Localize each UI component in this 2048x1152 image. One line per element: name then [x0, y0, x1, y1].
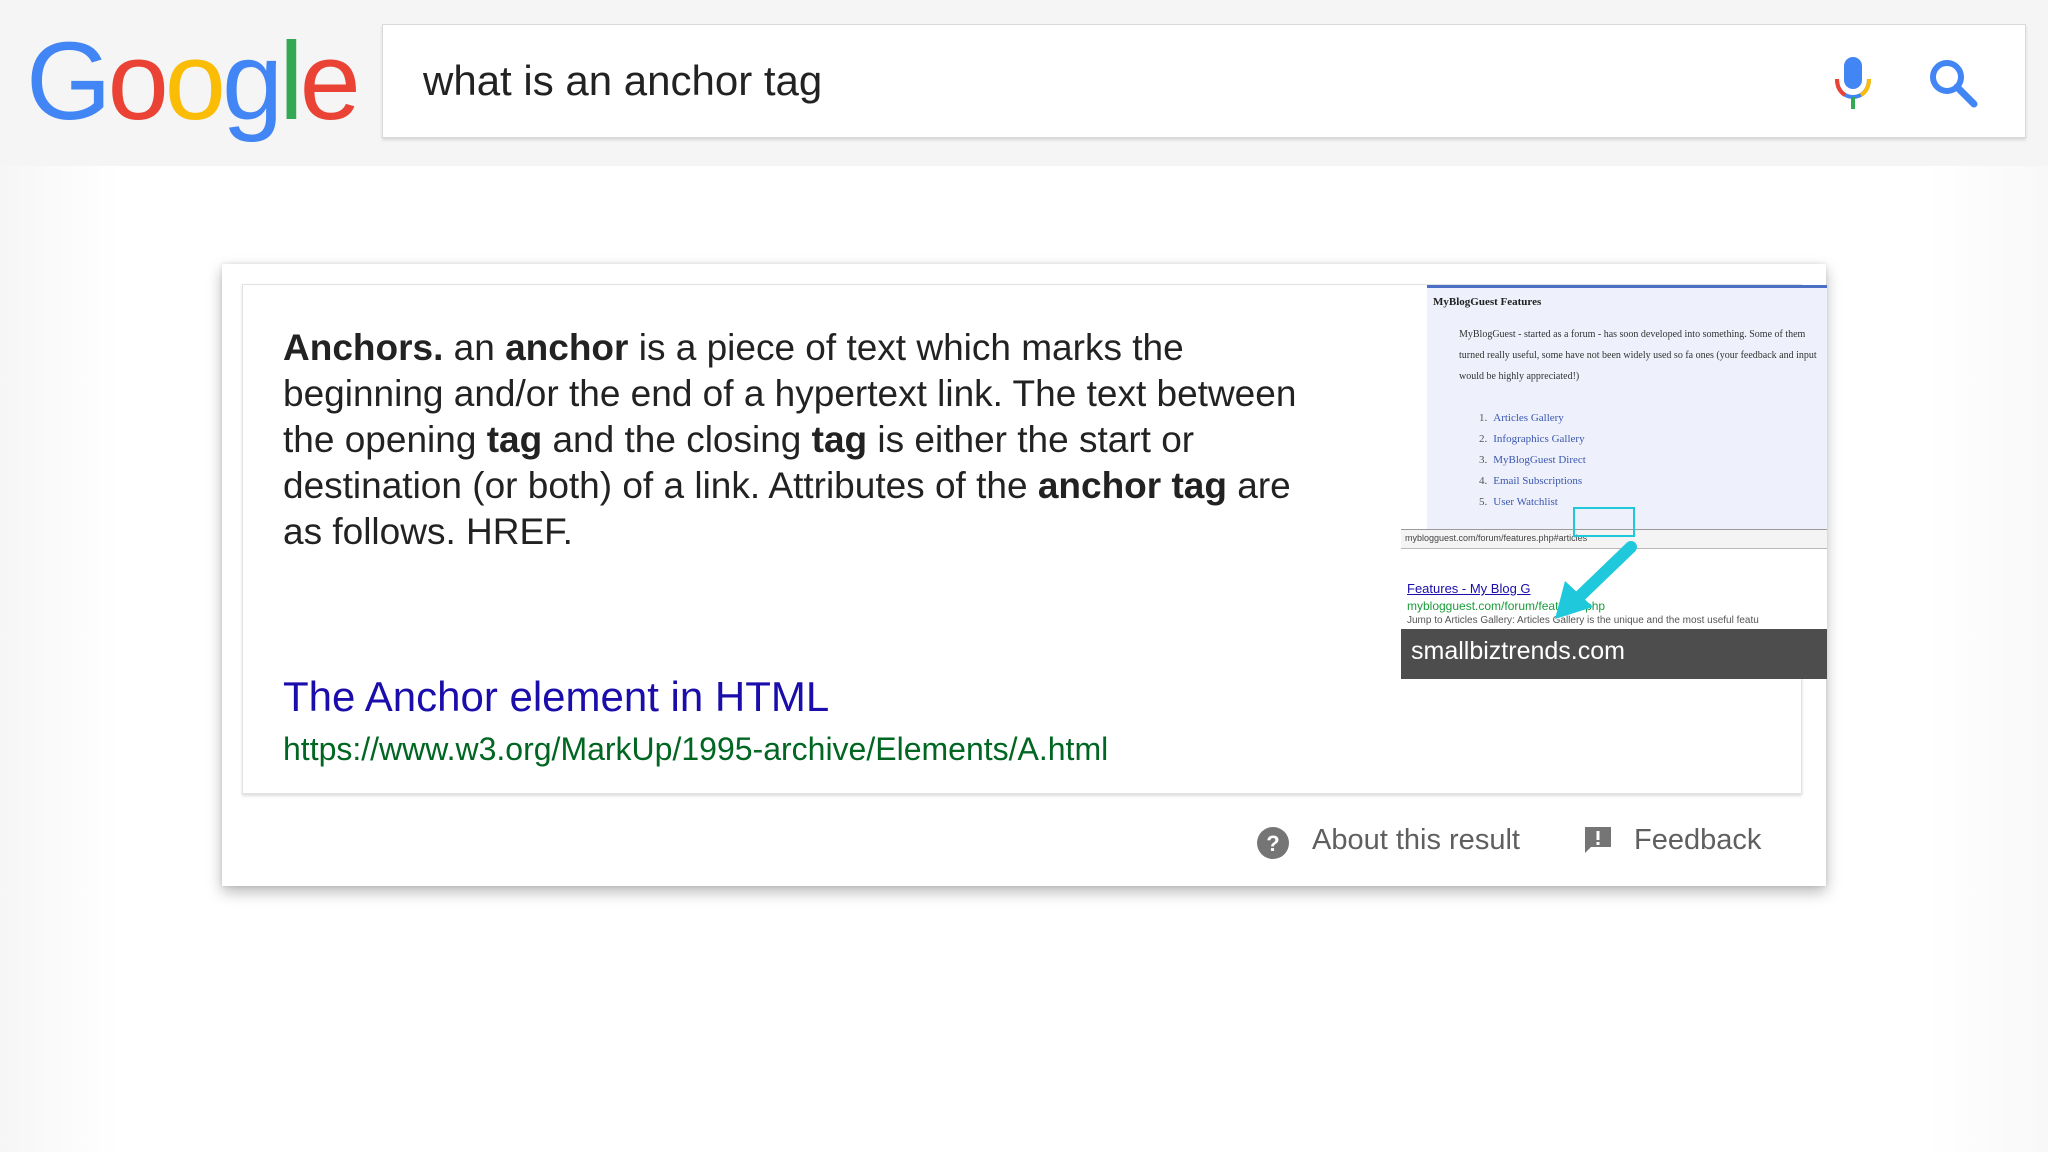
snippet-bold-term: Anchors. [283, 327, 444, 368]
result-url: https://www.w3.org/MarkUp/1995-archive/E… [283, 731, 1109, 767]
thumbnail-source-label: smallbiztrends.com [1411, 637, 1625, 665]
snippet-bold-term: anchor tag [1037, 465, 1227, 506]
logo-letter: G [26, 20, 112, 143]
snippet-thumbnail[interactable]: MyBlogGuest Features MyBlogGuest - start… [1401, 285, 1827, 679]
snippet-bold-term: tag [811, 419, 868, 460]
logo-letter: e [299, 20, 361, 143]
feedback-icon[interactable] [1582, 824, 1614, 856]
logo-letter: o [107, 20, 169, 143]
list-item: 1. Articles Gallery [1479, 412, 1564, 424]
list-item: 5. User Watchlist [1479, 496, 1558, 508]
snippet-bold-term: tag [486, 419, 543, 460]
thumbnail-list: 1. Articles Gallery 2. Infographics Galler… [1479, 408, 1586, 513]
logo-letter: g [221, 20, 283, 143]
thumbnail-source-bar: smallbiztrends.com [1401, 629, 1827, 679]
snippet-text-run: and the closing [542, 419, 812, 460]
logo-letter: l [279, 20, 304, 143]
snippet-bold-term: anchor [505, 327, 629, 368]
google-logo[interactable]: Google [26, 20, 361, 143]
snippet-text-run: an [443, 327, 506, 368]
search-box[interactable] [382, 24, 2026, 138]
thumbnail-highlight-box [1573, 507, 1635, 537]
result-title-link[interactable]: The Anchor element in HTML [283, 673, 829, 721]
search-results-page: Google Anchors. an anchor is a piece of … [0, 0, 2048, 1152]
thumbnail-serp-title: Features - My Blog G [1407, 581, 1531, 596]
thumbnail-page-area: MyBlogGuest Features MyBlogGuest - start… [1427, 285, 1827, 529]
list-item: 4. Email Subscriptions [1479, 475, 1583, 487]
list-item: 2. Infographics Gallery [1479, 433, 1585, 445]
featured-snippet-body: Anchors. an anchor is a piece of text wh… [242, 284, 1827, 794]
snippet-footer: ? About this result Feedback [222, 794, 1826, 886]
featured-snippet-card: Anchors. an anchor is a piece of text wh… [222, 264, 1827, 886]
help-icon[interactable]: ? [1256, 826, 1290, 860]
svg-text:?: ? [1266, 831, 1279, 856]
logo-letter: o [164, 20, 226, 143]
thumbnail-heading: MyBlogGuest Features [1433, 296, 1542, 308]
feedback-link[interactable]: Feedback [1634, 824, 1761, 857]
magnifier-icon[interactable] [1927, 57, 1979, 109]
thumbnail-paragraph: MyBlogGuest - started as a forum - has s… [1459, 329, 1817, 382]
microphone-icon[interactable] [1827, 55, 1879, 111]
about-this-result-link[interactable]: About this result [1312, 824, 1520, 857]
search-header: Google [0, 0, 2048, 166]
snippet-text: Anchors. an anchor is a piece of text wh… [283, 325, 1303, 555]
arrow-icon [1555, 541, 1637, 619]
list-item: 3. MyBlogGuest Direct [1479, 454, 1586, 466]
search-input[interactable] [423, 25, 1723, 137]
